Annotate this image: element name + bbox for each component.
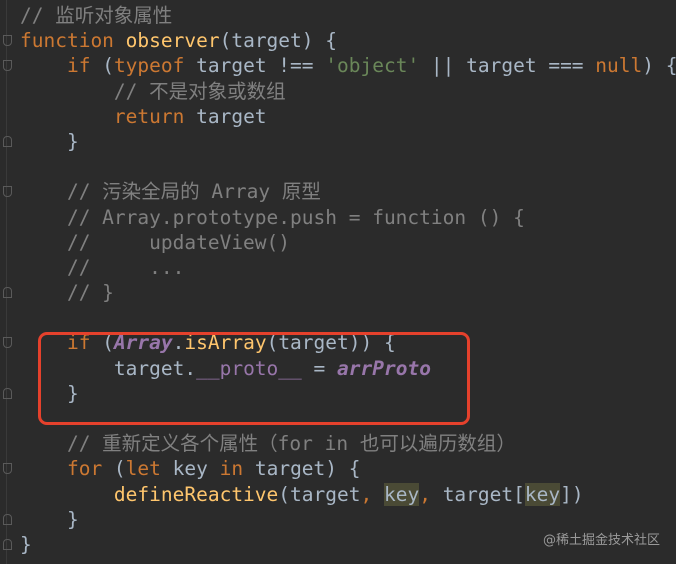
code-token-keyword: in [219, 457, 255, 481]
code-line[interactable]: // Array.prototype.push = function () { [20, 205, 676, 230]
code-token-keyword: function [20, 29, 126, 53]
code-token-keyword: for [20, 457, 114, 481]
code-token-comment: // 监听对象属性 [20, 4, 173, 27]
fold-open-icon[interactable] [3, 60, 12, 72]
code-line[interactable] [20, 305, 676, 330]
code-token-plain: target[ [442, 482, 525, 506]
code-token-keyword: typeof [113, 54, 197, 78]
code-token-plain: target [196, 104, 267, 128]
code-token-plain: } [20, 129, 79, 153]
code-token-plain: } [20, 507, 79, 531]
code-token-keyword: , [419, 482, 443, 506]
code-token-func: defineReactive [113, 482, 279, 506]
code-token-plain: ]) [560, 482, 584, 506]
code-token-comment: // updateView() [20, 230, 291, 254]
code-line[interactable]: for (let key in target) { [3, 456, 676, 481]
code-line[interactable]: // ... [20, 255, 676, 280]
code-token-keyword: return [20, 104, 197, 128]
code-line[interactable] [20, 154, 676, 179]
fold-close-icon[interactable] [3, 513, 12, 525]
code-token-keyword: null [595, 54, 643, 78]
code-token-hl: key [383, 482, 420, 506]
code-line[interactable]: defineReactive(target, key, target[key]) [20, 482, 676, 507]
code-line[interactable]: } [3, 129, 676, 154]
fold-open-icon[interactable] [3, 337, 12, 349]
code-line[interactable]: return target [20, 104, 676, 129]
code-line[interactable]: // 监听对象属性 [20, 3, 676, 28]
code-token-hl: key [524, 482, 561, 506]
code-token-plain: (target) { [219, 29, 337, 53]
code-line[interactable]: function observer(target) { [3, 28, 676, 53]
code-token-comment: // } [20, 281, 114, 305]
fold-open-icon[interactable] [3, 35, 12, 47]
code-token-plain: ) { [642, 54, 676, 78]
code-line[interactable]: // 重新定义各个属性（for in 也可以遍历数组） [20, 431, 676, 456]
code-token-plain: } [20, 532, 32, 556]
code-token-plain: ( [113, 457, 126, 481]
code-token-plain: (target [278, 482, 361, 506]
code-token-keyword: , [360, 482, 384, 506]
fold-close-icon[interactable] [3, 287, 12, 299]
code-line[interactable]: // 污染全局的 Array 原型 [3, 179, 676, 204]
code-token-keyword: if [20, 54, 103, 78]
fold-close-icon[interactable] [3, 387, 12, 399]
code-token-comment: // Array.prototype.push = function () { [20, 205, 525, 229]
code-line[interactable]: // 不是对象或数组 [20, 79, 676, 104]
code-token-comment: // ... [20, 255, 185, 279]
code-token-plain: key [172, 457, 220, 481]
code-token-plain: target !== [196, 54, 326, 78]
code-editor[interactable]: // 监听对象属性 function observer(target) { if … [3, 3, 676, 557]
code-token-string: 'object' [325, 54, 420, 78]
code-token-plain: ( [102, 54, 114, 78]
fold-open-icon[interactable] [3, 186, 12, 198]
code-token-func: observer [125, 29, 220, 53]
editor-gutter [6, 0, 7, 564]
code-line[interactable]: if (typeof target !== 'object' || target… [3, 53, 676, 78]
code-token-comment: // 不是对象或数组 [20, 79, 286, 103]
fold-close-icon[interactable] [3, 538, 12, 550]
code-token-plain: || target === [419, 54, 596, 78]
fold-open-icon[interactable] [3, 463, 12, 475]
code-token-comment: // 污染全局的 Array 原型 [20, 180, 321, 204]
code-token-plain: target) { [254, 457, 361, 481]
watermark: @稀土掘金技术社区 [542, 533, 660, 548]
code-line[interactable]: // } [3, 280, 676, 305]
code-token-comment: // 重新定义各个属性（for in 也可以遍历数组） [20, 432, 516, 456]
highlight-annotation-box [38, 332, 470, 425]
code-line[interactable]: // updateView() [20, 230, 676, 255]
fold-close-icon[interactable] [3, 135, 12, 147]
code-token-keyword: let [125, 457, 173, 481]
